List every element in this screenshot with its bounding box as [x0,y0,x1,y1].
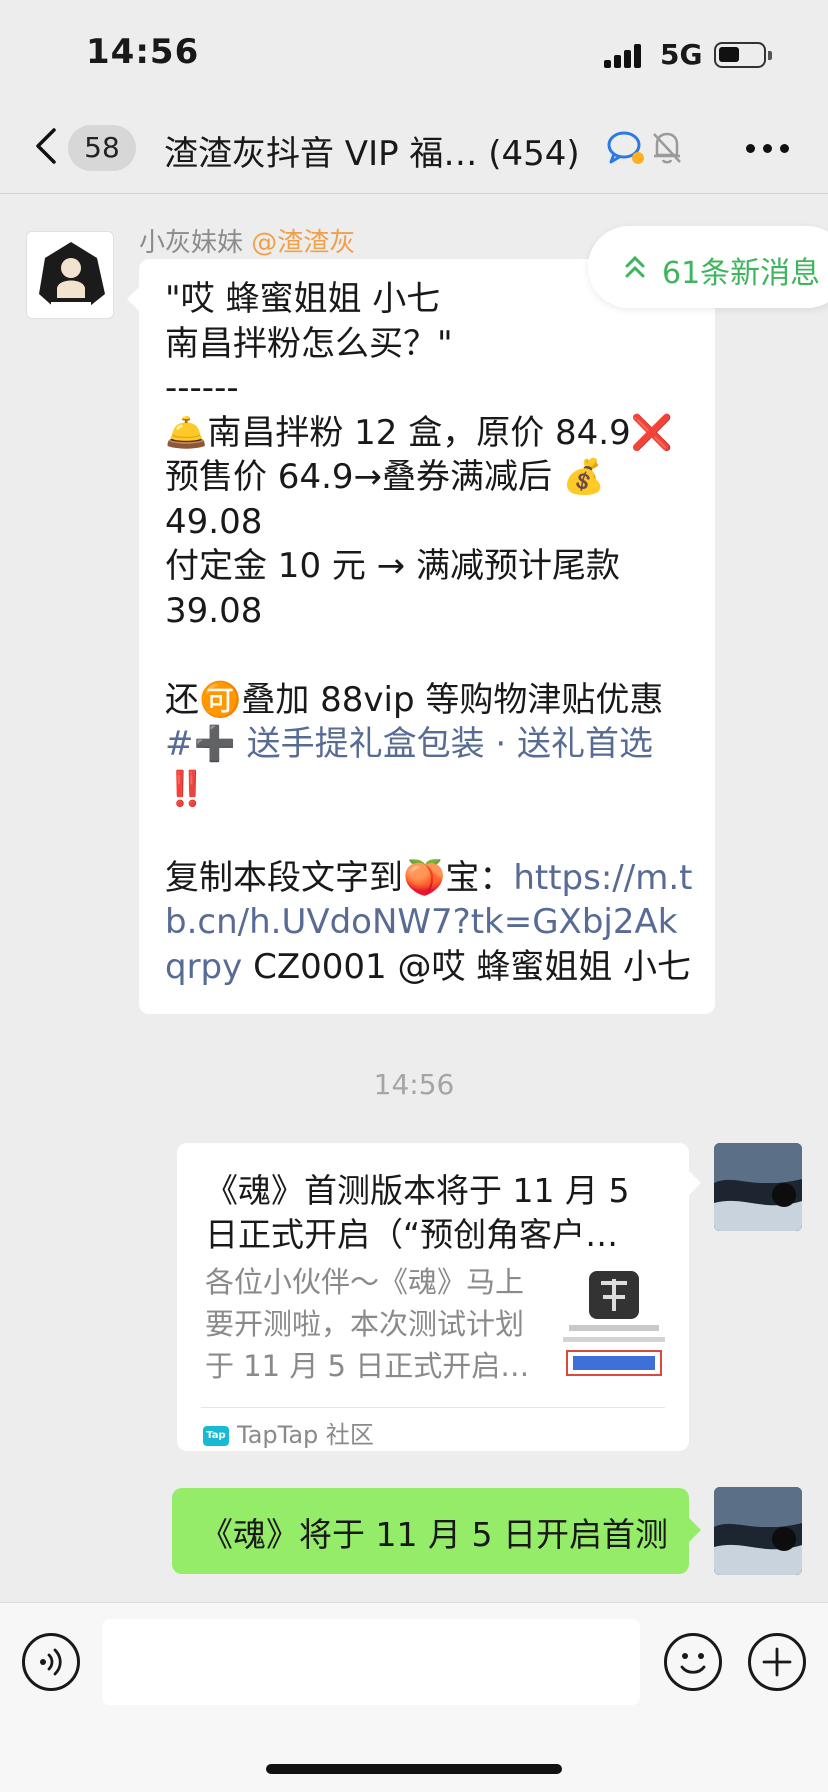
new-messages-button[interactable]: 61条新消息 [588,226,828,308]
emoji-button[interactable] [664,1633,722,1691]
double-chevron-up-icon [625,255,645,278]
chat-title: 渣渣灰抖音 VIP 福… (454) [164,134,580,174]
voice-input-button[interactable] [22,1633,80,1691]
link-card-source-label: TapTap 社区 [237,1421,374,1449]
chat-header: 58 渣渣灰抖音 VIP 福… (454) [0,100,828,194]
taptap-icon: Tap [203,1426,229,1446]
unread-count-badge[interactable]: 58 [68,125,136,171]
network-type: 5G [660,38,703,71]
link-card-description: 各位小伙伴～《魂》马上要开测啦，本次测试计划于 11 月 5 日正式开启… [205,1265,530,1383]
my-avatar[interactable] [714,1143,802,1231]
message-input[interactable] [102,1619,640,1705]
back-arrow-icon[interactable] [30,126,64,166]
outgoing-message-bubble[interactable]: 《魂》将于 11 月 5 日开启首测 [172,1488,701,1574]
link-card-thumbnail [561,1267,667,1385]
link-card-source: Tap TapTap 社区 [203,1415,374,1449]
link-card-title: 《魂》首测版本将于 11 月 5 日正式开启（“预创角客户… [205,1171,630,1254]
voice-icon [40,1648,62,1676]
message-body: "哎 蜂蜜姐姐 小七 南昌拌粉怎么买？" ------ 🛎️南昌拌粉 12 盒，… [165,279,674,720]
more-options-icon[interactable] [746,144,790,154]
incoming-message-bubble[interactable]: "哎 蜂蜜姐姐 小七 南昌拌粉怎么买？" ------ 🛎️南昌拌粉 12 盒，… [127,259,715,1014]
status-bar: 14:56 5G [0,0,828,100]
status-time: 14:56 [86,32,200,72]
message-timestamp: 14:56 [373,1068,455,1101]
smiley-icon [680,1653,706,1674]
mute-bell-icon[interactable] [650,128,684,166]
link-card-divider [201,1407,665,1408]
message-body-end: CZ0001 @哎 蜂蜜姐姐 小七 [242,946,692,987]
group-chat-icon[interactable] [606,128,646,166]
sender-avatar[interactable] [26,231,114,319]
message-text: "哎 蜂蜜姐姐 小七 南昌拌粉怎么买？" ------ 🛎️南昌拌粉 12 盒，… [165,277,699,989]
hashtag-link[interactable]: #➕ 送手提礼盒包装 · 送礼首选 [165,724,653,764]
battery-icon [714,42,772,68]
link-card-message[interactable]: 《魂》首测版本将于 11 月 5 日正式开启（“预创角客户… 各位小伙伴～《魂》… [177,1143,701,1451]
signal-icon [604,44,644,68]
more-functions-button[interactable] [748,1633,806,1691]
new-messages-label: 61条新消息 [662,256,821,291]
message-body-mid: ‼️ 复制本段文字到🍑宝： [165,768,514,898]
sender-mention[interactable]: @渣渣灰 [251,228,355,258]
my-avatar-2[interactable] [714,1487,802,1575]
plus-icon [762,1647,792,1677]
outgoing-message-text: 《魂》将于 11 月 5 日开启首测 [200,1515,668,1554]
home-indicator[interactable] [266,1764,562,1774]
sender-nickname: 小灰妹妹 [139,228,244,258]
sender-name: 小灰妹妹 @渣渣灰 [139,222,355,259]
